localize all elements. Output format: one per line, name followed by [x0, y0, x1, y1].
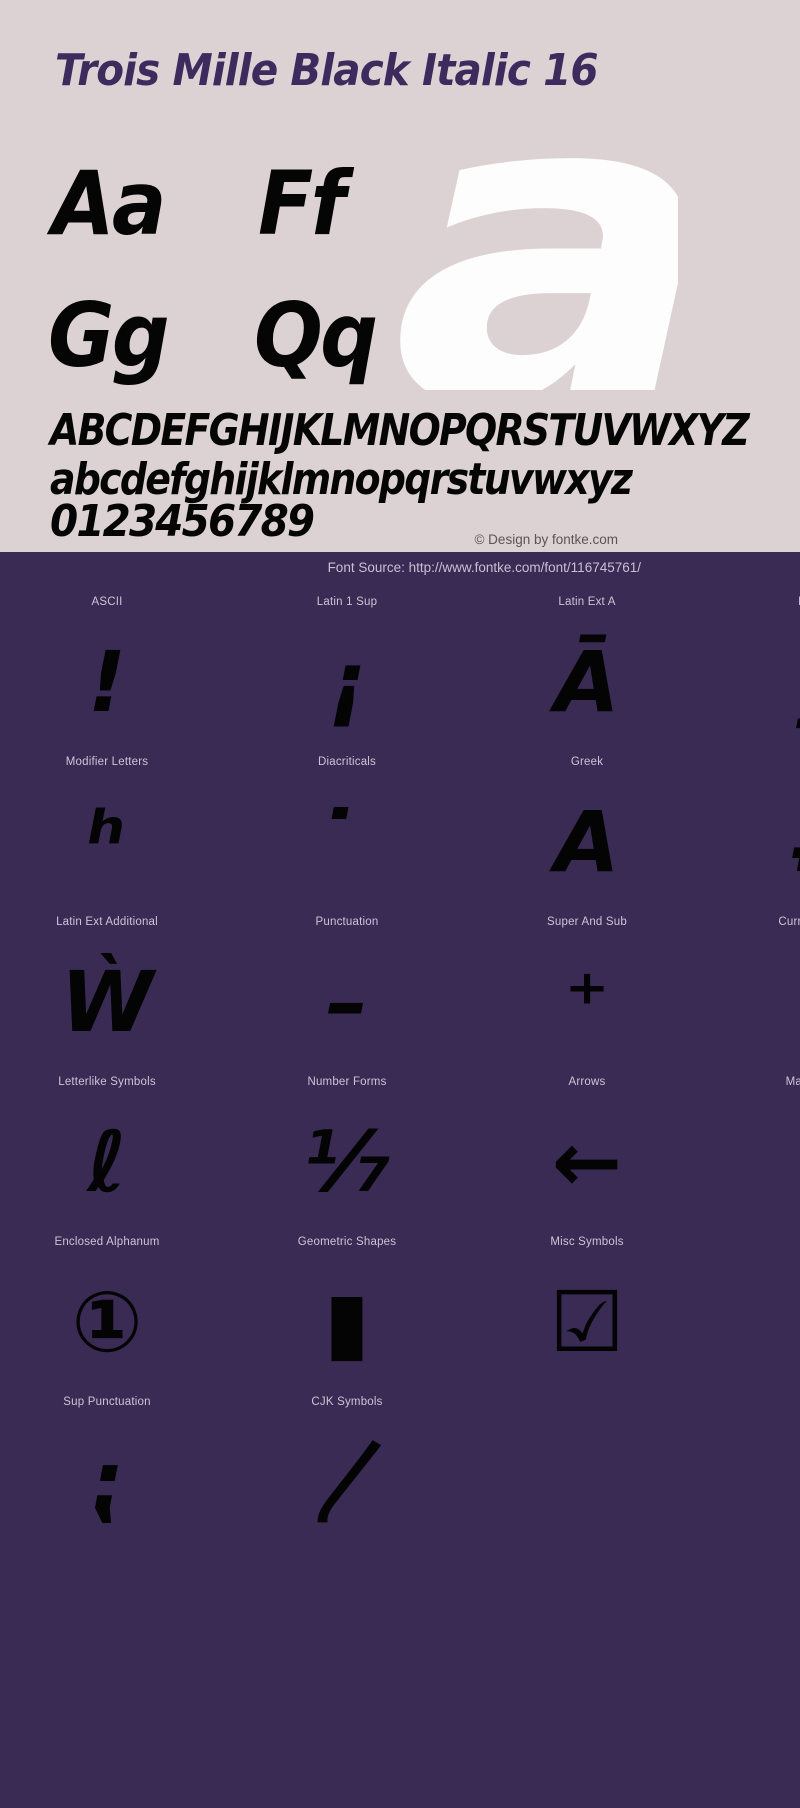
unicode-block-row: Latin Ext Additional Ẁ Punctuation – Super A… [0, 910, 800, 1070]
unicode-block-cell[interactable]: Arrows ← [347, 1070, 622, 1230]
unicode-block-cell[interactable]: Latin 1 Sup ¡ [187, 590, 377, 750]
unicode-block-glyph: Ẁ [60, 953, 154, 1051]
unicode-block-glyph: ✔ [747, 1262, 800, 1382]
unicode-block-cell[interactable]: Geometric Shapes ▮ [187, 1230, 396, 1390]
unicode-block-cell[interactable]: CJK Symbols 〳 [187, 1390, 389, 1550]
unicode-block-glyph: Ƀ [747, 782, 800, 902]
unicode-block-glyph: ⁏ [90, 1433, 124, 1531]
unicode-block-cell[interactable]: Math Operators ∂ [507, 1070, 800, 1230]
unicode-block-cell[interactable]: Super And Sub ⁺ [347, 910, 627, 1070]
unicode-block-label: Sup Punctuation [63, 1396, 151, 1408]
unicode-block-glyph: ʰ [87, 793, 127, 891]
unicode-block-cell[interactable]: Modifier Letters ʰ [27, 750, 187, 910]
unicode-block-cell[interactable]: Dingbats ✔ [507, 1230, 800, 1390]
sample-pair-3: Qq [254, 284, 378, 387]
unicode-block-cell-empty [347, 1390, 507, 1550]
unicode-block-glyph: ƒ [747, 622, 800, 742]
showcase-glyph: a [398, 140, 678, 390]
unicode-block-glyph: ! [87, 633, 127, 731]
alphabet-uppercase: ABCDEFGHIJKLMNOPQRSTUVWXYZ [50, 405, 750, 456]
unicode-block-cell[interactable]: Sup Punctuation ⁏ [27, 1390, 187, 1550]
sample-pair-0: Aa [52, 152, 167, 255]
unicode-block-cell[interactable]: Diacriticalṡ [187, 750, 376, 910]
specimen-light-panel: Trois Mille Black Italic 16 Aa Ff Gg Qq … [0, 0, 800, 638]
unicode-block-cell[interactable]: Currency Symbols ₡ [507, 910, 800, 1070]
unicode-block-label: Modifier Letters [65, 756, 149, 768]
unicode-block-glyph [747, 1422, 800, 1542]
unicode-block-row: ASCII!Latin 1 Sup¡Latin Ext AĀLatin Ext … [0, 590, 800, 750]
unicode-block-row: Letterlike Symbols ℓ Number Forms ⅐ Arrows ← M… [0, 1070, 800, 1230]
font-specimen-page: Trois Mille Black Italic 16 Aa Ff Gg Qq … [0, 0, 800, 1808]
sample-pair-1: Ff [258, 152, 346, 255]
unicode-block-label: Latin Ext B [747, 596, 800, 608]
font-source-link[interactable]: Font Source: http://www.fontke.com/font/… [328, 560, 641, 575]
unicode-block-cell[interactable]: Enclosed Alphanum ① [27, 1230, 187, 1390]
unicode-block-label: Latin Ext Additional [56, 916, 158, 928]
unicode-block-label: ASCII [91, 596, 123, 608]
unicode-block-label: Thai [747, 756, 800, 768]
sample-pair-2: Gg [48, 284, 170, 387]
unicode-block-cell[interactable]: Misc Symbols ☑ [347, 1230, 624, 1390]
unicode-block-row: Sup Punctuation ⁏ CJK Symbols 〳 [0, 1390, 800, 1550]
alphabet-digits: 0123456789 [50, 496, 315, 547]
unicode-block-cell[interactable]: Greek Α [347, 750, 619, 910]
unicode-block-label: Math Operators [785, 1076, 800, 1088]
unicode-block-cell[interactable]: ASCII! [27, 590, 187, 750]
unicode-block-glyph: ① [71, 1273, 143, 1371]
unicode-block-row: Modifier LettersʰDiacriticalṡGreekΑThai… [0, 750, 800, 910]
unicode-block-label: Dingbats [747, 1236, 800, 1248]
unicode-block-cell[interactable]: Letterlike Symbols ℓ [27, 1070, 187, 1230]
unicode-blocks-panel: Font Source: http://www.fontke.com/font/… [0, 552, 800, 1808]
unicode-block-cell[interactable]: Latin Ext AĀ [347, 590, 619, 750]
unicode-block-label: Enclosed Alphanum [54, 1236, 160, 1248]
unicode-block-label: Currency Symbols [778, 916, 800, 928]
unicode-block-cell[interactable]: Latin Ext Additional Ẁ [27, 910, 187, 1070]
unicode-block-glyph: ₡ [747, 942, 800, 1062]
copyright-text: © Design by fontke.com [474, 532, 618, 547]
unicode-block-label: Letterlike Symbols [58, 1076, 156, 1088]
showcase-glyph-text: a [398, 140, 678, 390]
unicode-block-glyph: ℓ [87, 1113, 127, 1211]
unicode-block-cell[interactable]: Number Forms ⅐ [187, 1070, 391, 1230]
unicode-block-cell[interactable]: Thai Ƀ [507, 750, 800, 910]
unicode-block-row: Enclosed Alphanum ① Geometric Shapes ▮ Misc … [0, 1230, 800, 1390]
unicode-block-cell[interactable]: Latin Ext B ƒ [507, 590, 800, 750]
page-title: Trois Mille Black Italic 16 [55, 45, 599, 96]
unicode-block-grid: ASCII!Latin 1 Sup¡Latin Ext AĀLatin Ext … [0, 590, 800, 1550]
unicode-block-cell[interactable]: Punctuation – [187, 910, 379, 1070]
unicode-block-cell-empty [507, 1390, 667, 1550]
unicode-block-glyph: ∂ [747, 1102, 800, 1222]
